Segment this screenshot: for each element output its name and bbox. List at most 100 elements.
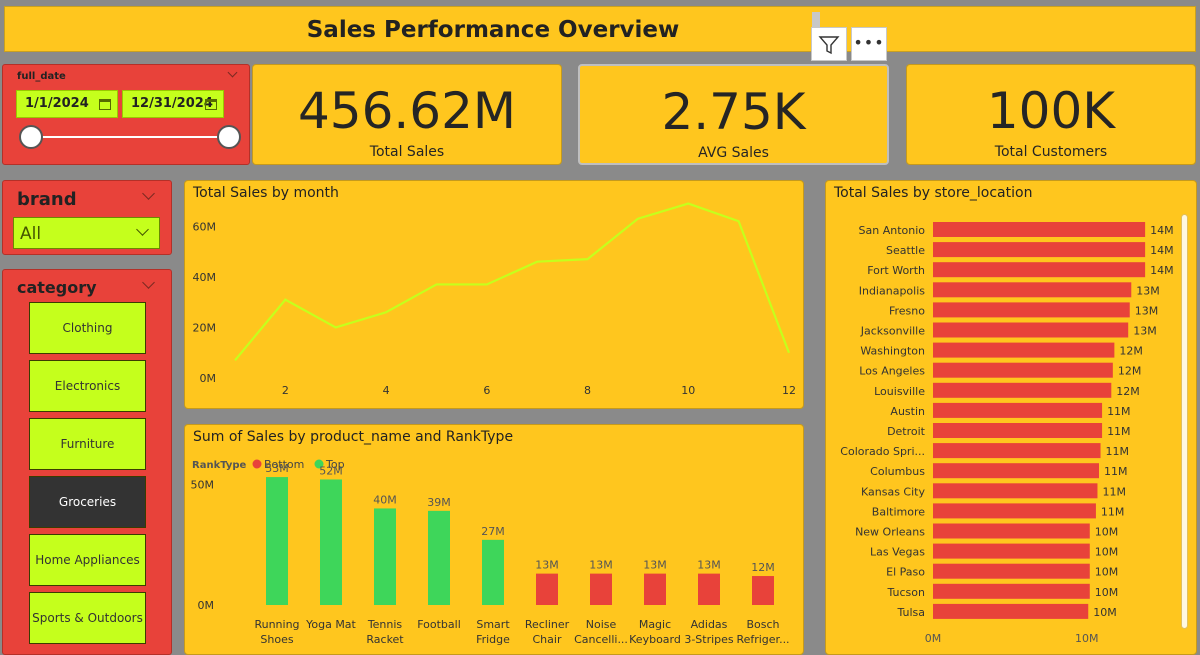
bar xyxy=(933,523,1090,539)
calendar-icon[interactable] xyxy=(205,99,217,110)
data-label: 14M xyxy=(1150,264,1174,277)
category-label: Smart xyxy=(476,618,510,631)
calendar-icon[interactable] xyxy=(99,99,111,110)
category-label: San Antonio xyxy=(859,224,926,237)
data-point xyxy=(686,201,691,206)
series-line xyxy=(234,202,791,362)
category-label: Running xyxy=(254,618,299,631)
kpi-total-customers: 100K Total Customers xyxy=(906,64,1196,165)
data-label: 52M xyxy=(319,464,343,477)
category-label: Seattle xyxy=(886,244,925,257)
category-label: Fort Worth xyxy=(867,264,925,277)
kpi-value: 456.62M xyxy=(297,82,517,140)
chevron-down-icon[interactable] xyxy=(142,276,155,289)
category-label: Detroit xyxy=(887,425,926,438)
bar xyxy=(482,539,504,605)
category-label: Refriger... xyxy=(736,633,789,646)
y-tick-label: 40M xyxy=(193,271,217,284)
x-tick-label: 12 xyxy=(782,384,796,397)
bar xyxy=(933,382,1112,398)
category-label: Magic xyxy=(639,618,671,631)
data-label: 11M xyxy=(1106,445,1130,458)
category-label: Columbus xyxy=(870,465,925,478)
category-label: New Orleans xyxy=(855,526,925,539)
data-point xyxy=(635,216,640,221)
data-point xyxy=(787,350,792,355)
bar xyxy=(933,483,1098,499)
category-label: Louisville xyxy=(874,385,925,398)
data-label: 27M xyxy=(481,525,505,538)
bar xyxy=(933,282,1132,298)
location-bar-chart[interactable]: San Antonio 14M Seattle 14M Fort Worth 14M Ind… xyxy=(826,181,1198,655)
category-label: Noise xyxy=(586,618,617,631)
category-label: Chair xyxy=(533,633,562,646)
chevron-down-icon[interactable] xyxy=(227,67,238,78)
category-tile-sports-outdoors[interactable]: Sports & Outdoors xyxy=(29,592,146,644)
data-label: 11M xyxy=(1107,425,1131,438)
data-label: 11M xyxy=(1102,485,1126,498)
end-date-input[interactable]: 12/31/2024 xyxy=(122,90,224,118)
start-date-value: 1/1/2024 xyxy=(25,96,89,111)
legend-title: RankType xyxy=(192,460,247,471)
bar xyxy=(933,543,1090,559)
data-label: 11M xyxy=(1107,405,1131,418)
category-label: Tennis xyxy=(367,618,403,631)
title-bar: Sales Performance Overview xyxy=(4,6,1196,52)
bar xyxy=(536,573,558,605)
y-tick-label: 0M xyxy=(200,372,217,385)
category-tile-clothing[interactable]: Clothing xyxy=(29,302,146,354)
bar xyxy=(933,583,1090,599)
bar xyxy=(590,573,612,605)
kpi-label: Total Customers xyxy=(994,144,1108,160)
scrollbar[interactable] xyxy=(1181,214,1188,629)
x-tick-label: 0M xyxy=(925,632,942,645)
category-label: Fresno xyxy=(889,304,925,317)
category-label: Adidas xyxy=(691,618,728,631)
start-date-input[interactable]: 1/1/2024 xyxy=(16,90,118,118)
chevron-down-icon[interactable] xyxy=(142,187,155,200)
data-label: 14M xyxy=(1150,244,1174,257)
category-label: Washington xyxy=(860,345,925,358)
kpi-label: AVG Sales xyxy=(698,145,769,161)
bar xyxy=(698,573,720,605)
data-point xyxy=(484,282,489,287)
category-label: Football xyxy=(417,618,461,631)
bar xyxy=(374,508,396,605)
product-bar-chart[interactable]: RankType Bottom Top0M50M53MRunningShoes52M… xyxy=(185,425,805,655)
line-chart[interactable]: 0M 20M 40M 60M 2 4 6 8 10 12 xyxy=(185,181,805,410)
x-tick-label: 10M xyxy=(1075,632,1099,645)
y-tick-label: 50M xyxy=(191,478,215,491)
more-options-button[interactable]: ••• xyxy=(851,27,887,61)
date-slicer-label: full_date xyxy=(17,71,66,82)
bar xyxy=(933,262,1146,278)
category-label: Las Vegas xyxy=(870,546,925,559)
filter-button[interactable] xyxy=(811,27,847,61)
more-options-icon: ••• xyxy=(853,33,885,52)
bar xyxy=(428,510,450,605)
category-label: 3-Stripes xyxy=(684,633,734,646)
data-label: 10M xyxy=(1095,546,1119,559)
data-label: 13M xyxy=(1133,325,1157,338)
kpi-value: 100K xyxy=(986,82,1116,140)
category-label: Baltimore xyxy=(872,505,925,518)
category-tile-home-appliances[interactable]: Home Appliances xyxy=(29,534,146,586)
category-tile-groceries[interactable]: Groceries xyxy=(29,476,146,528)
data-label: 11M xyxy=(1104,465,1128,478)
date-range-slider[interactable] xyxy=(31,136,229,138)
bar xyxy=(933,342,1115,358)
kpi-label: Total Sales xyxy=(369,144,445,160)
brand-dropdown[interactable]: All xyxy=(13,217,160,249)
slider-start-handle[interactable] xyxy=(19,125,43,149)
x-tick-label: 2 xyxy=(282,384,289,397)
data-label: 53M xyxy=(265,462,289,475)
category-tile-furniture[interactable]: Furniture xyxy=(29,418,146,470)
slider-end-handle[interactable] xyxy=(217,125,241,149)
category-label: Kansas City xyxy=(861,485,925,498)
category-slicer-label: category xyxy=(17,278,97,297)
category-label: Racket xyxy=(366,633,404,646)
chevron-down-icon xyxy=(136,223,149,236)
category-tile-electronics[interactable]: Electronics xyxy=(29,360,146,412)
category-label: Bosch xyxy=(746,618,779,631)
data-point xyxy=(233,358,238,363)
category-label: Fridge xyxy=(476,633,510,646)
